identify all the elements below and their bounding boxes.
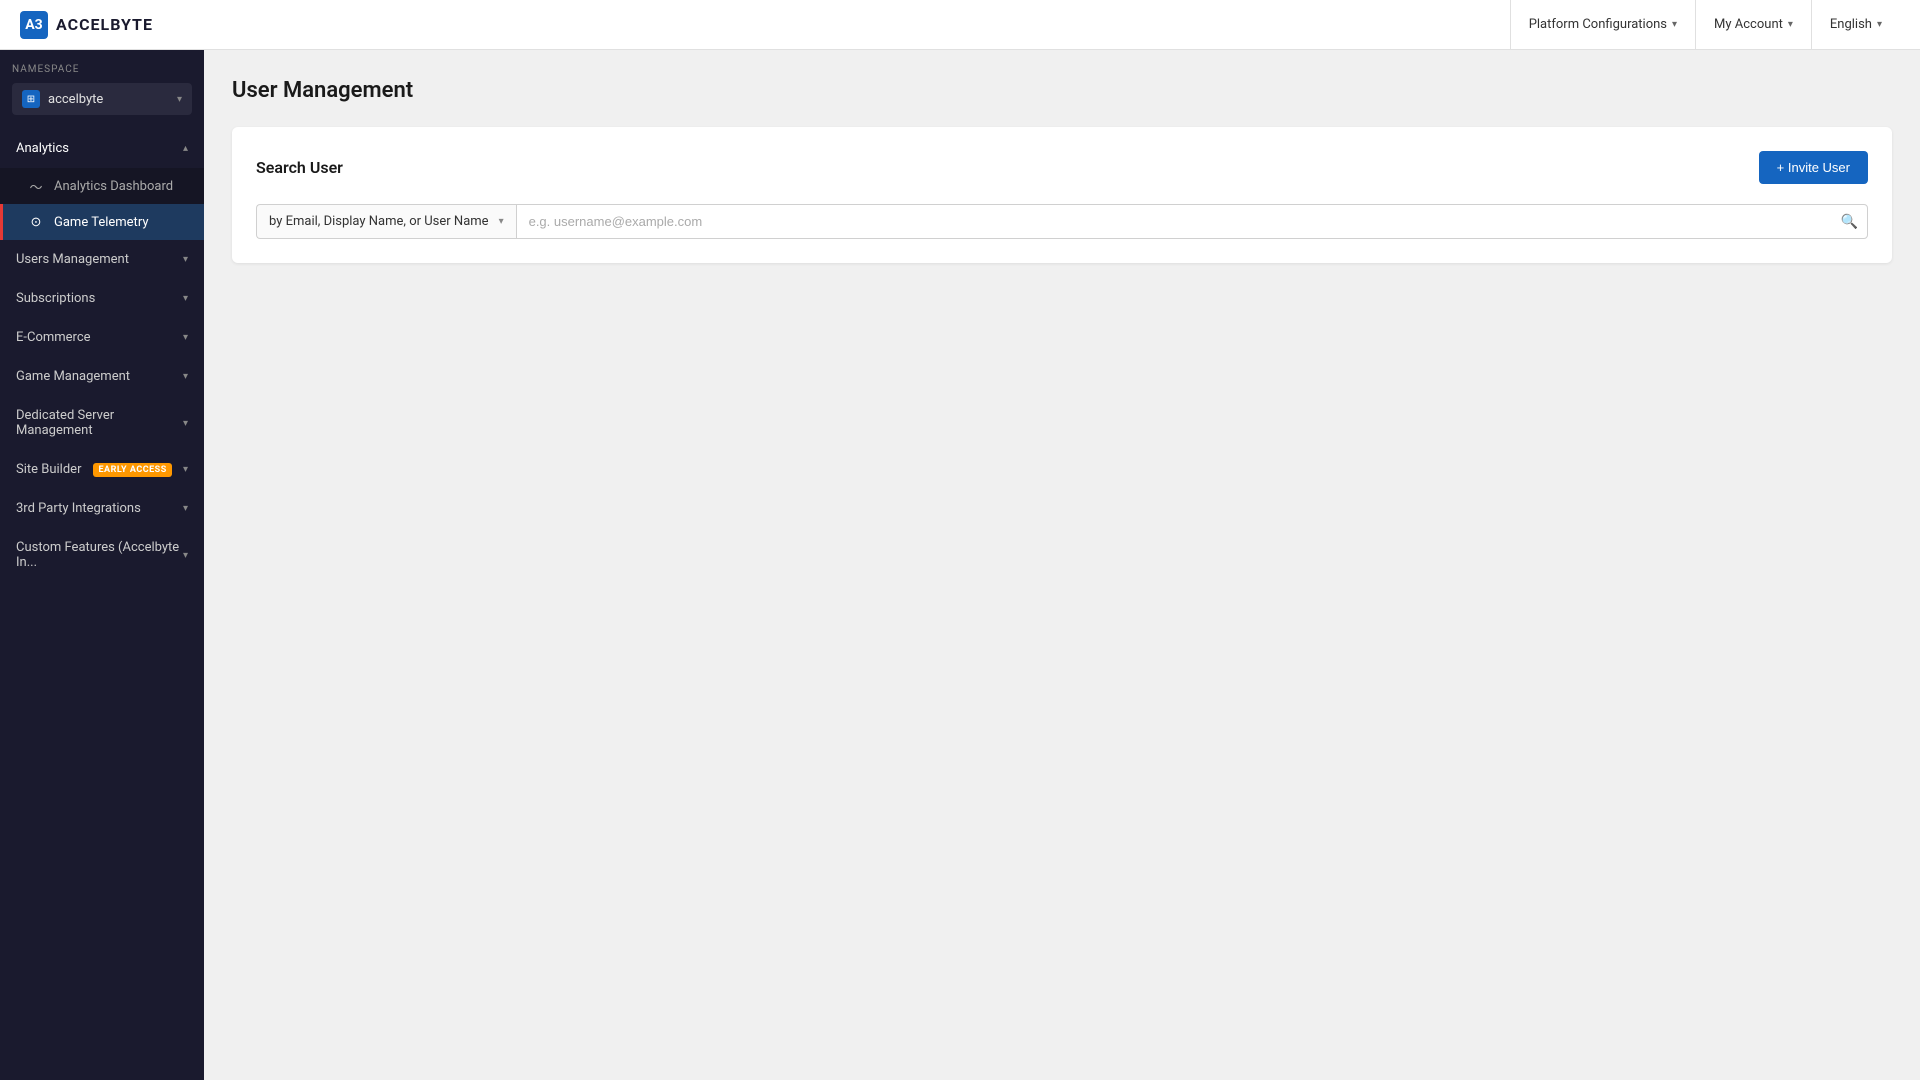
dedicated-server-chevron-icon: ▾ — [183, 418, 188, 429]
logo: A3 ACCELBYTE — [20, 11, 153, 39]
3rd-party-chevron-icon: ▾ — [183, 503, 188, 514]
language-menu[interactable]: English ▾ — [1811, 0, 1900, 50]
early-access-badge: EARLY ACCESS — [93, 463, 171, 477]
invite-user-button[interactable]: + Invite User — [1759, 151, 1868, 184]
chevron-down-icon: ▾ — [1788, 19, 1793, 30]
layout: NAMESPACE ⊞ accelbyte ▾ Analytics ▴ 〜 An… — [0, 50, 1920, 1080]
sidebar-item-analytics-dashboard[interactable]: 〜 Analytics Dashboard — [0, 168, 204, 204]
sidebar: NAMESPACE ⊞ accelbyte ▾ Analytics ▴ 〜 An… — [0, 50, 204, 1080]
topnav-right: Platform Configurations ▾ My Account ▾ E… — [1510, 0, 1900, 50]
sidebar-item-game-management[interactable]: Game Management ▾ — [0, 357, 204, 396]
ecommerce-chevron-icon: ▾ — [183, 332, 188, 343]
sidebar-item-game-telemetry[interactable]: ⊙ Game Telemetry — [0, 204, 204, 240]
my-account-menu[interactable]: My Account ▾ — [1695, 0, 1811, 50]
platform-configurations-menu[interactable]: Platform Configurations ▾ — [1510, 0, 1695, 50]
page-title: User Management — [232, 78, 1892, 103]
analytics-section: Analytics ▴ 〜 Analytics Dashboard ⊙ Game… — [0, 129, 204, 240]
sidebar-item-custom-features[interactable]: Custom Features (Accelbyte In... ▾ — [0, 528, 204, 582]
main-content: User Management Search User + Invite Use… — [204, 50, 1920, 1080]
sidebar-item-3rd-party-integrations[interactable]: 3rd Party Integrations ▾ — [0, 489, 204, 528]
topnav: A3 ACCELBYTE Platform Configurations ▾ M… — [0, 0, 1920, 50]
sidebar-item-e-commerce[interactable]: E-Commerce ▾ — [0, 318, 204, 357]
subscriptions-chevron-icon: ▾ — [183, 293, 188, 304]
sidebar-item-dedicated-server-management[interactable]: Dedicated Server Management ▾ — [0, 396, 204, 450]
namespace-icon: ⊞ — [22, 90, 40, 108]
search-icon[interactable]: 🔍 — [1841, 214, 1858, 230]
namespace-chevron-icon: ▾ — [177, 94, 182, 105]
analytics-dashboard-icon: 〜 — [28, 178, 44, 194]
game-telemetry-icon: ⊙ — [28, 214, 44, 230]
search-card-header: Search User + Invite User — [256, 151, 1868, 184]
search-input-wrapper: 🔍 — [516, 204, 1868, 239]
search-type-chevron-icon: ▾ — [499, 216, 504, 227]
sidebar-item-site-builder[interactable]: Site Builder EARLY ACCESS ▾ — [0, 450, 204, 489]
search-card-title: Search User — [256, 158, 343, 177]
custom-features-chevron-icon: ▾ — [183, 550, 188, 561]
namespace-value: accelbyte — [48, 92, 169, 107]
logo-text: ACCELBYTE — [56, 15, 153, 34]
game-mgmt-chevron-icon: ▾ — [183, 371, 188, 382]
search-user-card: Search User + Invite User by Email, Disp… — [232, 127, 1892, 263]
chevron-down-icon: ▾ — [1877, 19, 1882, 30]
chevron-down-icon: ▾ — [1672, 19, 1677, 30]
users-mgmt-chevron-icon: ▾ — [183, 254, 188, 265]
search-type-select[interactable]: by Email, Display Name, or User Name ▾ — [256, 204, 516, 239]
namespace-section: NAMESPACE ⊞ accelbyte ▾ — [0, 50, 204, 125]
namespace-label: NAMESPACE — [12, 64, 192, 75]
analytics-subnav: 〜 Analytics Dashboard ⊙ Game Telemetry — [0, 168, 204, 240]
sidebar-item-users-management[interactable]: Users Management ▾ — [0, 240, 204, 279]
sidebar-item-analytics[interactable]: Analytics ▴ — [0, 129, 204, 168]
logo-icon: A3 — [20, 11, 48, 39]
search-type-label: by Email, Display Name, or User Name — [269, 214, 489, 229]
search-row: by Email, Display Name, or User Name ▾ 🔍 — [256, 204, 1868, 239]
site-builder-chevron-icon: ▾ — [183, 464, 188, 475]
sidebar-item-subscriptions[interactable]: Subscriptions ▾ — [0, 279, 204, 318]
namespace-select[interactable]: ⊞ accelbyte ▾ — [12, 83, 192, 115]
analytics-label: Analytics — [16, 141, 69, 156]
analytics-chevron-icon: ▴ — [183, 143, 188, 154]
search-input[interactable] — [516, 204, 1868, 239]
